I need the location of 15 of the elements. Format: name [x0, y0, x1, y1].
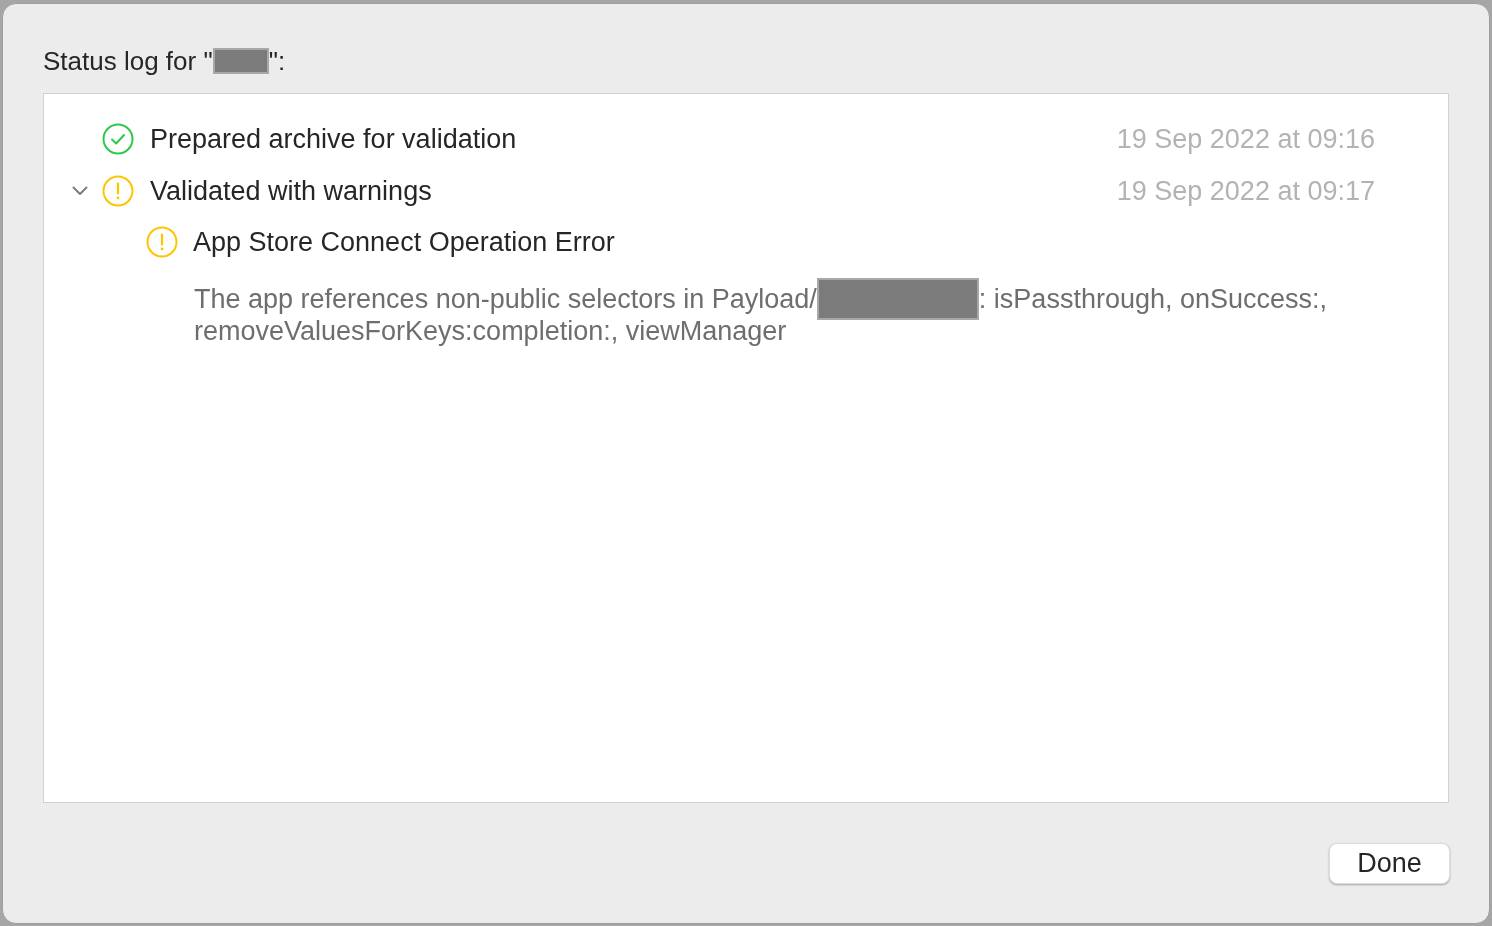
done-button[interactable]: Done — [1329, 843, 1450, 884]
log-entry-title: Prepared archive for validation — [150, 122, 517, 156]
warning-circle-icon — [102, 175, 134, 207]
error-message: The app references non-public selectors in Payload/ — [194, 283, 817, 315]
dialog-title: Status log for " — [43, 44, 213, 78]
timestamp: 19 Sep 2022 at 09:17 — [1116, 174, 1375, 208]
check-circle-icon — [102, 123, 134, 155]
dialog-title-end: ": — [268, 44, 286, 78]
error-title: App Store Connect Operation Error — [193, 225, 615, 259]
timestamp: 19 Sep 2022 at 09:16 — [1116, 122, 1375, 156]
warning-circle-icon — [146, 226, 178, 258]
log-entry-title: Validated with warnings — [150, 174, 432, 208]
error-message: : isPassthrough, onSuccess:, — [978, 283, 1328, 315]
chevron-icon[interactable] — [72, 186, 88, 196]
error-message: removeValuesForKeys:completion:, viewManager — [194, 315, 787, 347]
